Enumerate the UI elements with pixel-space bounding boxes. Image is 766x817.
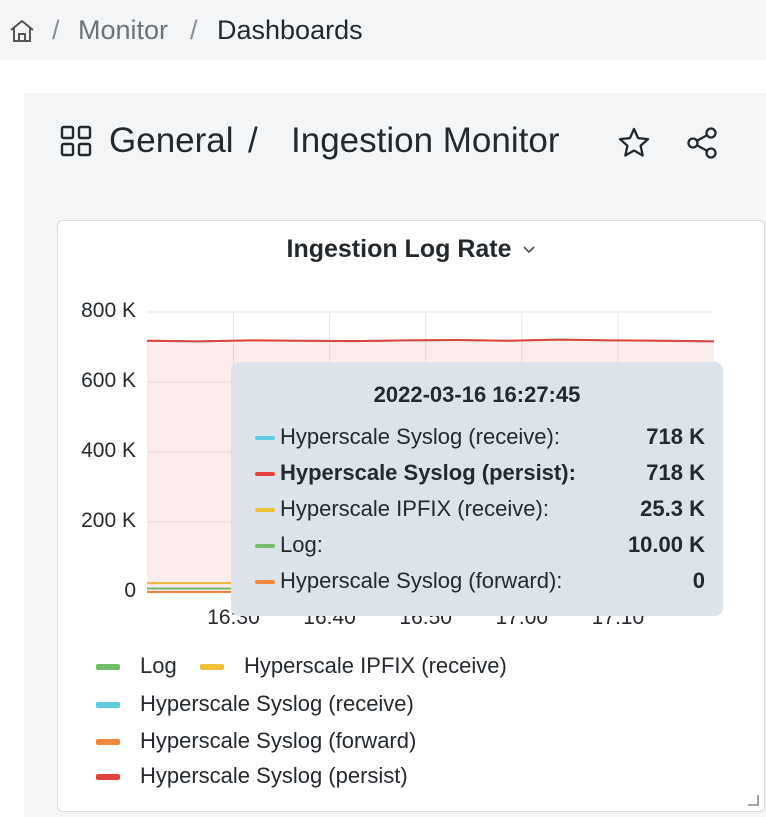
legend-swatch bbox=[200, 664, 224, 670]
tooltip-series-name: Hyperscale Syslog (persist): bbox=[280, 460, 576, 485]
y-tick-label: 200 K bbox=[81, 509, 136, 532]
tooltip-series-value: 10.00 K bbox=[627, 532, 705, 557]
y-tick-label: 800 K bbox=[81, 299, 136, 322]
tooltip-series-swatch bbox=[255, 544, 275, 548]
y-tick-label: 400 K bbox=[81, 439, 136, 462]
legend-label: Hyperscale Syslog (receive) bbox=[140, 691, 414, 716]
y-tick-label: 600 K bbox=[81, 369, 136, 392]
tooltip-row: Hyperscale Syslog (receive): 718 K bbox=[255, 422, 705, 456]
legend-item-hyperscale-ipfix-receive[interactable]: Hyperscale IPFIX (receive) bbox=[200, 652, 530, 682]
tooltip-series-value: 0 bbox=[692, 568, 705, 593]
series-line-hyperscale-syslog-persist bbox=[146, 338, 715, 343]
tooltip-row: Hyperscale IPFIX (receive): 25.3 K bbox=[255, 494, 705, 528]
y-tick-label: 0 bbox=[124, 579, 136, 602]
tooltip-series-swatch bbox=[255, 508, 275, 512]
tooltip-row: Log: 10.00 K bbox=[255, 530, 705, 564]
legend-label: Log bbox=[140, 653, 177, 678]
tooltip-row: Hyperscale Syslog (forward): 0 bbox=[255, 566, 705, 600]
tooltip-series-swatch bbox=[255, 472, 275, 476]
legend-swatch bbox=[96, 774, 120, 780]
tooltip-series-name: Log: bbox=[280, 532, 323, 557]
legend-swatch bbox=[96, 664, 120, 670]
tooltip-series-name: Hyperscale Syslog (receive): bbox=[280, 424, 560, 449]
tooltip-series-value: 25.3 K bbox=[640, 496, 705, 521]
tooltip-series-value: 718 K bbox=[646, 460, 705, 485]
tooltip-row-highlighted: Hyperscale Syslog (persist): 718 K bbox=[255, 458, 705, 492]
tooltip-series-value: 718 K bbox=[646, 424, 705, 449]
tooltip-series-swatch bbox=[255, 580, 275, 584]
legend-label: Hyperscale Syslog (persist) bbox=[140, 763, 408, 788]
legend-item-hyperscale-syslog-receive[interactable]: Hyperscale Syslog (receive) bbox=[96, 690, 456, 720]
legend-item-hyperscale-syslog-persist[interactable]: Hyperscale Syslog (persist) bbox=[96, 762, 456, 792]
legend-swatch bbox=[96, 702, 120, 708]
legend-label: Hyperscale Syslog (forward) bbox=[140, 728, 417, 753]
legend-item-hyperscale-syslog-forward[interactable]: Hyperscale Syslog (forward) bbox=[96, 727, 456, 757]
legend-label: Hyperscale IPFIX (receive) bbox=[244, 653, 507, 678]
tooltip-time: 2022-03-16 16:27:45 bbox=[373, 382, 581, 407]
chart-tooltip: 2022-03-16 16:27:45 Hyperscale Syslog (r… bbox=[231, 362, 723, 616]
tooltip-series-name: Hyperscale IPFIX (receive): bbox=[280, 496, 549, 521]
tooltip-series-name: Hyperscale Syslog (forward): bbox=[280, 568, 563, 593]
legend-swatch bbox=[96, 739, 120, 745]
tooltip-series-swatch bbox=[255, 436, 275, 440]
